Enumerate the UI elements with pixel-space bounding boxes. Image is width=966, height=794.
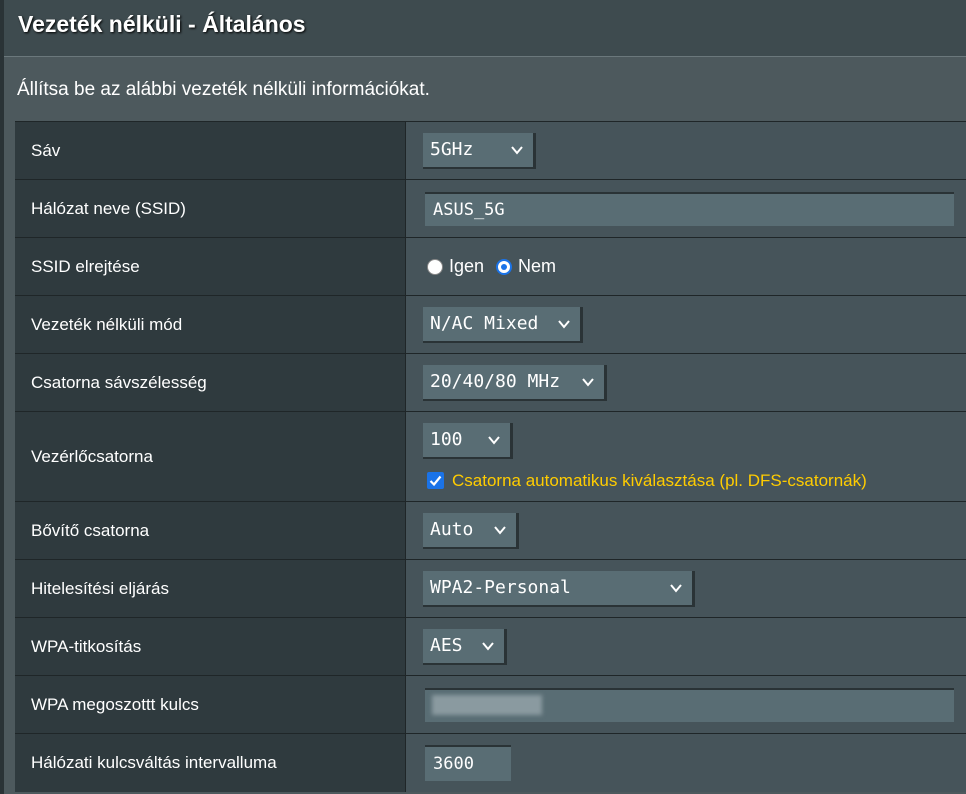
wireless-mode-select-value: N/AC Mixed bbox=[430, 313, 539, 334]
wireless-mode-label: Vezeték nélküli mód bbox=[15, 296, 406, 353]
hide-ssid-yes-radio[interactable] bbox=[427, 258, 443, 275]
page: Vezeték nélküli - Általános Állítsa be a… bbox=[0, 0, 966, 794]
extension-channel-value-cell: Auto bbox=[406, 502, 966, 559]
row-hide-ssid: SSID elrejtése Igen Nem bbox=[15, 238, 966, 296]
page-description: Állítsa be az alábbi vezeték nélküli inf… bbox=[17, 79, 430, 100]
auth-method-value-cell: WPA2-Personal bbox=[406, 560, 966, 617]
key-rotation-input[interactable]: 3600 bbox=[425, 745, 511, 781]
auth-method-label: Hitelesítési eljárás bbox=[15, 560, 406, 617]
row-control-channel: Vezérlőcsatorna 100 Csatorna automatikus… bbox=[15, 412, 966, 502]
ssid-value-cell: ASUS_5G bbox=[406, 180, 966, 237]
hide-ssid-value-cell: Igen Nem bbox=[406, 238, 966, 295]
settings-table: Sáv 5GHz Hálózat neve (SSID) ASUS_5G SSI… bbox=[15, 121, 966, 792]
chevron-down-icon bbox=[511, 145, 523, 155]
left-strip bbox=[0, 0, 4, 794]
key-rotation-label: Hálózati kulcsváltás intervalluma bbox=[15, 734, 406, 792]
row-wpa-encryption: WPA-titkosítás AES bbox=[15, 618, 966, 676]
extension-channel-label: Bővítő csatorna bbox=[15, 502, 406, 559]
hide-ssid-no-label[interactable]: Nem bbox=[518, 256, 556, 277]
wpa-key-value-cell bbox=[406, 676, 966, 733]
chevron-down-icon bbox=[494, 525, 506, 535]
band-select[interactable]: 5GHz bbox=[423, 132, 536, 169]
wpa-key-input[interactable] bbox=[425, 687, 954, 722]
row-extension-channel: Bővítő csatorna Auto bbox=[15, 502, 966, 560]
auto-channel-label[interactable]: Csatorna automatikus kiválasztása (pl. D… bbox=[452, 471, 867, 491]
chevron-down-icon bbox=[558, 319, 570, 329]
wireless-mode-value-cell: N/AC Mixed bbox=[406, 296, 966, 353]
bandwidth-select[interactable]: 20/40/80 MHz bbox=[423, 364, 607, 401]
extension-channel-select[interactable]: Auto bbox=[423, 512, 519, 549]
bandwidth-label: Csatorna sávszélesség bbox=[15, 354, 406, 411]
extension-channel-select-value: Auto bbox=[430, 519, 474, 540]
hide-ssid-no-radio[interactable] bbox=[496, 258, 513, 275]
wpa-encryption-select-value: AES bbox=[430, 635, 463, 656]
chevron-down-icon bbox=[582, 377, 594, 387]
hide-ssid-radio-group: Igen Nem bbox=[427, 256, 556, 277]
key-rotation-value-cell: 3600 bbox=[406, 734, 966, 792]
control-channel-select-value: 100 bbox=[430, 429, 463, 450]
hide-ssid-label: SSID elrejtése bbox=[15, 238, 406, 295]
auto-channel-checkbox[interactable] bbox=[427, 472, 444, 489]
band-select-value: 5GHz bbox=[430, 139, 474, 160]
bandwidth-select-value: 20/40/80 MHz bbox=[430, 371, 561, 392]
checkmark-icon bbox=[429, 475, 442, 487]
wireless-mode-select[interactable]: N/AC Mixed bbox=[423, 306, 583, 343]
wpa-encryption-select[interactable]: AES bbox=[423, 628, 507, 665]
chevron-down-icon bbox=[482, 641, 494, 651]
ssid-input-value: ASUS_5G bbox=[433, 199, 505, 220]
wpa-encryption-value-cell: AES bbox=[406, 618, 966, 675]
chevron-down-icon bbox=[488, 435, 500, 445]
band-value-cell: 5GHz bbox=[406, 122, 966, 179]
ssid-label: Hálózat neve (SSID) bbox=[15, 180, 406, 237]
key-rotation-input-value: 3600 bbox=[433, 754, 474, 774]
chevron-down-icon bbox=[670, 583, 682, 593]
redacted-key-mask bbox=[432, 694, 542, 715]
row-wpa-key: WPA megoszottt kulcs bbox=[15, 676, 966, 734]
row-key-rotation: Hálózati kulcsváltás intervalluma 3600 bbox=[15, 734, 966, 792]
row-band: Sáv 5GHz bbox=[15, 122, 966, 180]
page-header: Vezeték nélküli - Általános bbox=[4, 0, 966, 57]
row-auth-method: Hitelesítési eljárás WPA2-Personal bbox=[15, 560, 966, 618]
row-bandwidth: Csatorna sávszélesség 20/40/80 MHz bbox=[15, 354, 966, 412]
control-channel-select[interactable]: 100 bbox=[423, 422, 513, 459]
page-title: Vezeték nélküli - Általános bbox=[18, 11, 306, 37]
ssid-input[interactable]: ASUS_5G bbox=[425, 191, 954, 226]
control-channel-label: Vezérlőcsatorna bbox=[15, 412, 406, 501]
auto-channel-option: Csatorna automatikus kiválasztása (pl. D… bbox=[427, 471, 867, 491]
control-channel-value-cell: 100 Csatorna automatikus kiválasztása (p… bbox=[406, 412, 966, 501]
band-label: Sáv bbox=[15, 122, 406, 179]
auth-method-select-value: WPA2-Personal bbox=[430, 577, 571, 598]
wpa-key-label: WPA megoszottt kulcs bbox=[15, 676, 406, 733]
row-wireless-mode: Vezeték nélküli mód N/AC Mixed bbox=[15, 296, 966, 354]
auth-method-select[interactable]: WPA2-Personal bbox=[423, 570, 695, 607]
bandwidth-value-cell: 20/40/80 MHz bbox=[406, 354, 966, 411]
row-ssid: Hálózat neve (SSID) ASUS_5G bbox=[15, 180, 966, 238]
wpa-encryption-label: WPA-titkosítás bbox=[15, 618, 406, 675]
hide-ssid-yes-label[interactable]: Igen bbox=[449, 256, 484, 277]
